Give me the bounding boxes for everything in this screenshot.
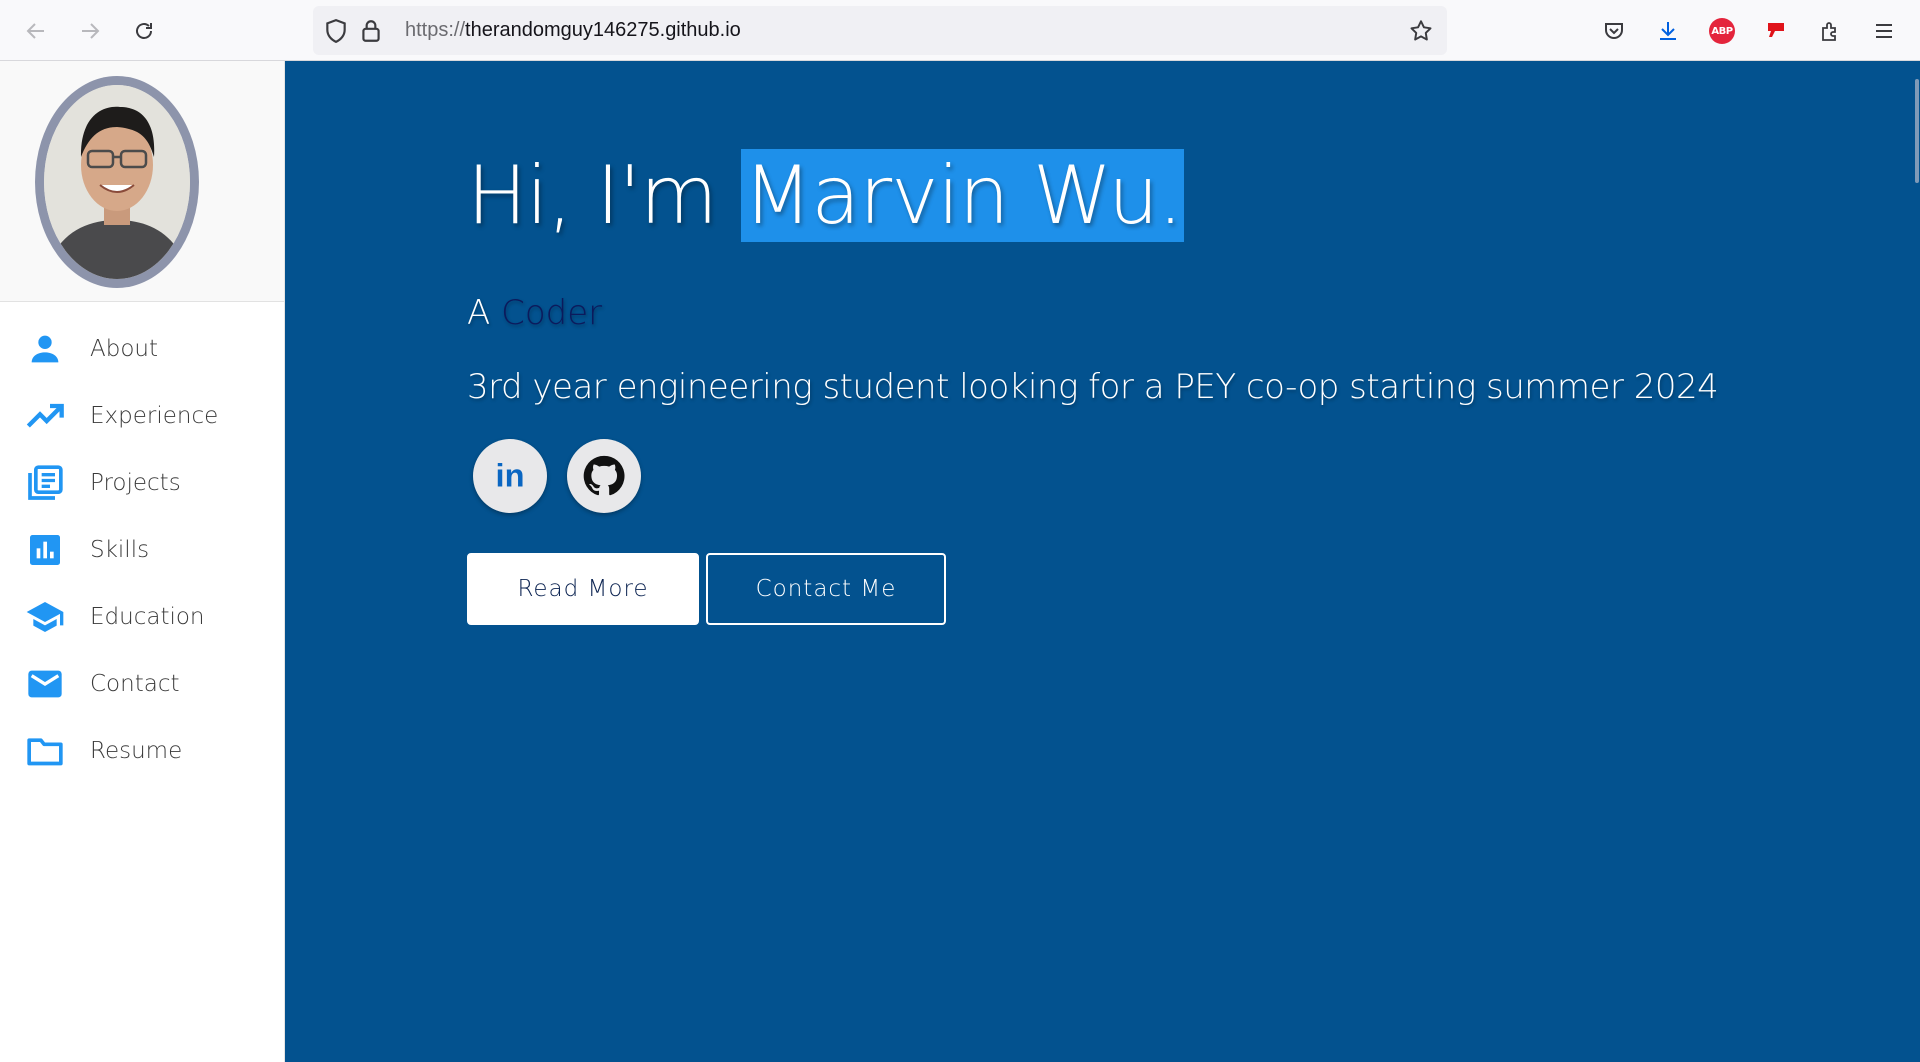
url-host: therandomguy146275.github.io — [465, 19, 741, 41]
linkedin-icon: in — [496, 458, 525, 494]
sidebar-item-experience[interactable]: Experience — [0, 382, 284, 449]
adblock-button[interactable]: ABP — [1704, 13, 1740, 49]
extension-button[interactable] — [1758, 13, 1794, 49]
downloads-button[interactable] — [1650, 13, 1686, 49]
puzzle-icon — [1822, 22, 1836, 41]
app-menu-button[interactable] — [1866, 13, 1902, 49]
school-icon — [24, 596, 66, 638]
browser-toolbar: https://therandomguy146275.github.io ABP — [0, 0, 1920, 61]
download-icon — [1660, 22, 1676, 40]
adblock-icon: ABP — [1709, 18, 1735, 44]
page-scrollbar[interactable] — [1914, 61, 1920, 1062]
hero-role: A Coder — [467, 293, 602, 333]
sidebar-item-contact[interactable]: Contact — [0, 650, 284, 717]
shield-icon[interactable] — [323, 18, 349, 44]
sidebar-item-label: Experience — [90, 402, 219, 429]
mail-icon — [24, 663, 66, 705]
contact-me-button[interactable]: Contact Me — [706, 553, 946, 625]
reload-button[interactable] — [126, 13, 162, 49]
extension-icon — [1768, 23, 1784, 37]
avatar-photo — [44, 85, 190, 279]
linkedin-label: in — [496, 458, 525, 494]
sidebar-item-skills[interactable]: Skills — [0, 516, 284, 583]
url-protocol: https:// — [405, 19, 466, 41]
hero-section: Hi, I'm Marvin Wu. A Coder 3rd year engi… — [285, 61, 1920, 1062]
url-text[interactable]: https://therandomguy146275.github.io — [405, 6, 741, 55]
sidebar-nav: About Experience Projects Skills Educati… — [0, 315, 284, 784]
url-bar[interactable]: https://therandomguy146275.github.io — [313, 6, 1447, 55]
profile-area — [0, 61, 284, 302]
sidebar-item-about[interactable]: About — [0, 315, 284, 382]
avatar — [35, 76, 199, 288]
hero-title: Hi, I'm Marvin Wu. — [467, 149, 1185, 242]
sidebar-item-projects[interactable]: Projects — [0, 449, 284, 516]
library-books-icon — [24, 462, 66, 504]
back-icon — [26, 23, 44, 39]
hero-role-word: Coder — [501, 293, 603, 333]
hero-subtitle: 3rd year engineering student looking for… — [467, 367, 1719, 407]
scrollbar-thumb[interactable] — [1915, 79, 1919, 183]
pocket-icon — [1605, 23, 1623, 39]
lock-icon[interactable] — [358, 18, 384, 44]
sidebar-item-resume[interactable]: Resume — [0, 717, 284, 784]
hero-name: Marvin Wu. — [741, 149, 1185, 242]
github-button[interactable] — [567, 439, 641, 513]
forward-icon — [82, 23, 100, 39]
github-icon — [583, 455, 625, 496]
sidebar-item-label: Contact — [90, 670, 180, 697]
hero-greeting: Hi, I'm — [467, 149, 742, 242]
sidebar-item-label: Education — [90, 603, 205, 630]
bar-chart-icon — [24, 529, 66, 571]
folder-icon — [24, 730, 66, 772]
sidebar-item-label: Resume — [90, 737, 183, 764]
sidebar-item-label: About — [90, 335, 159, 362]
sidebar-item-education[interactable]: Education — [0, 583, 284, 650]
sidebar-item-label: Skills — [90, 536, 150, 563]
reload-icon — [136, 23, 152, 39]
sidebar: About Experience Projects Skills Educati… — [0, 61, 285, 1062]
extensions-menu-button[interactable] — [1812, 13, 1848, 49]
star-icon[interactable] — [1408, 18, 1434, 44]
linkedin-button[interactable]: in — [473, 439, 547, 513]
person-icon — [24, 328, 66, 370]
forward-button[interactable] — [72, 13, 108, 49]
pocket-button[interactable] — [1596, 13, 1632, 49]
back-button[interactable] — [18, 13, 54, 49]
trending-up-icon — [24, 395, 66, 437]
hero-role-prefix: A — [467, 293, 502, 333]
menu-icon — [1876, 24, 1892, 38]
read-more-button[interactable]: Read More — [467, 553, 699, 625]
sidebar-item-label: Projects — [90, 469, 181, 496]
